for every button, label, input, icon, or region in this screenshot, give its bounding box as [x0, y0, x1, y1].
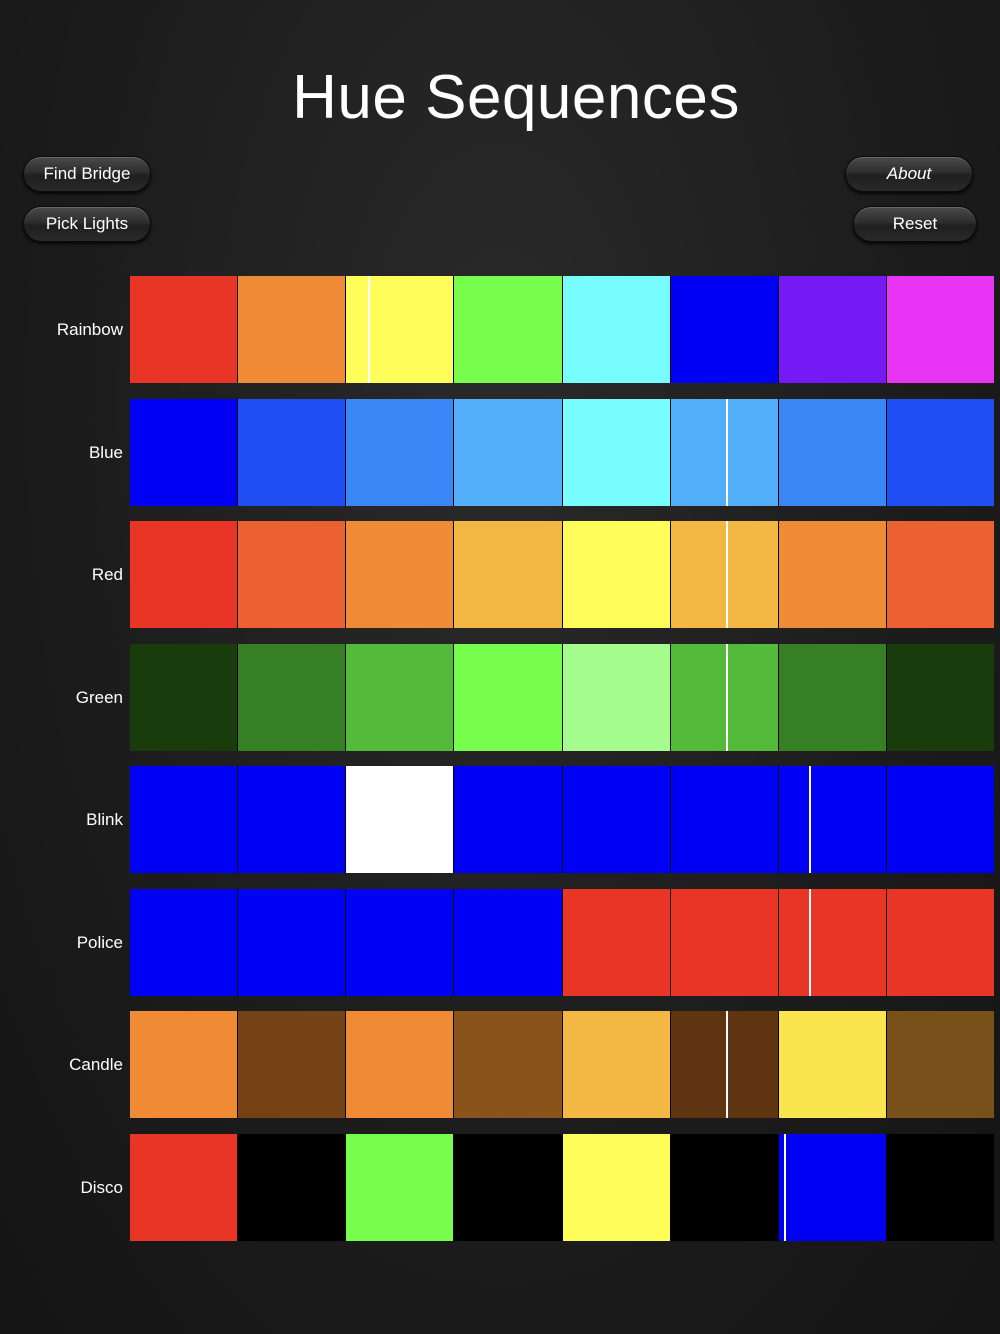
color-swatch[interactable]: [778, 398, 886, 506]
color-swatch-current[interactable]: [670, 521, 778, 628]
color-strip[interactable]: [130, 1133, 994, 1241]
color-strip[interactable]: [130, 276, 994, 383]
color-swatch[interactable]: [454, 398, 562, 506]
color-swatch[interactable]: [886, 398, 994, 506]
color-swatch[interactable]: [670, 1133, 778, 1241]
color-swatch-current[interactable]: [670, 1011, 778, 1118]
color-strip[interactable]: [130, 1011, 994, 1118]
sequence-label: Candle: [69, 1055, 123, 1074]
color-swatch[interactable]: [346, 888, 454, 996]
color-swatch-current[interactable]: [778, 766, 886, 873]
color-swatch[interactable]: [562, 766, 670, 873]
color-swatch[interactable]: [238, 521, 346, 628]
color-swatch[interactable]: [346, 398, 454, 506]
color-swatch[interactable]: [238, 643, 346, 751]
color-swatch-current[interactable]: [778, 888, 886, 996]
color-strip[interactable]: [130, 398, 994, 506]
color-swatch[interactable]: [454, 766, 562, 873]
sequence-label: Rainbow: [56, 320, 123, 339]
sequence-row-red[interactable]: Red: [0, 521, 1000, 628]
color-swatch[interactable]: [346, 1011, 454, 1118]
color-swatch-current[interactable]: [670, 398, 778, 506]
color-swatch-current[interactable]: [778, 1133, 886, 1241]
color-swatch[interactable]: [346, 521, 454, 628]
color-swatch[interactable]: [886, 766, 994, 873]
color-swatch[interactable]: [130, 398, 238, 506]
sequence-row-disco[interactable]: Disco: [0, 1133, 1000, 1241]
color-swatch[interactable]: [778, 643, 886, 751]
find-bridge-button[interactable]: Find Bridge: [23, 156, 151, 192]
color-swatch[interactable]: [670, 766, 778, 873]
color-swatch[interactable]: [130, 521, 238, 628]
color-swatch[interactable]: [886, 1133, 994, 1241]
color-swatch[interactable]: [670, 276, 778, 383]
color-strip[interactable]: [130, 766, 994, 873]
sequence-row-candle[interactable]: Candle: [0, 1011, 1000, 1118]
color-swatch[interactable]: [130, 1011, 238, 1118]
sequence-row-blue[interactable]: Blue: [0, 398, 1000, 506]
color-swatch[interactable]: [130, 766, 238, 873]
color-swatch[interactable]: [130, 276, 238, 383]
sequence-label: Police: [76, 932, 123, 952]
color-swatch[interactable]: [886, 521, 994, 628]
color-swatch[interactable]: [238, 766, 346, 873]
sequence-row-rainbow[interactable]: Rainbow: [0, 276, 1000, 383]
color-swatch[interactable]: [346, 1133, 454, 1241]
pick-lights-button[interactable]: Pick Lights: [23, 206, 151, 242]
sequence-row-green[interactable]: Green: [0, 643, 1000, 751]
reset-button[interactable]: Reset: [853, 206, 977, 242]
sequence-label: Blink: [86, 810, 123, 829]
sequence-row-blink[interactable]: Blink: [0, 766, 1000, 873]
page-title: Hue Sequences: [292, 63, 740, 132]
color-swatch[interactable]: [238, 398, 346, 506]
color-swatch[interactable]: [130, 888, 238, 996]
color-swatch[interactable]: [238, 1011, 346, 1118]
color-swatch[interactable]: [454, 521, 562, 628]
color-swatch[interactable]: [778, 521, 886, 628]
color-swatch[interactable]: [562, 276, 670, 383]
color-swatch[interactable]: [454, 888, 562, 996]
color-swatch[interactable]: [886, 643, 994, 751]
color-swatch[interactable]: [454, 1011, 562, 1118]
color-swatch[interactable]: [130, 1133, 238, 1241]
color-swatch[interactable]: [454, 643, 562, 751]
color-swatch[interactable]: [562, 1011, 670, 1118]
color-strip[interactable]: [130, 888, 994, 996]
sequence-label: Red: [91, 565, 123, 584]
color-swatch-current[interactable]: [346, 276, 454, 383]
color-swatch[interactable]: [886, 888, 994, 996]
color-swatch[interactable]: [238, 888, 346, 996]
color-swatch[interactable]: [562, 521, 670, 628]
color-swatch[interactable]: [778, 1011, 886, 1118]
color-swatch-current[interactable]: [670, 643, 778, 751]
sequence-label: Blue: [88, 442, 123, 462]
color-swatch[interactable]: [562, 1133, 670, 1241]
color-swatch[interactable]: [562, 888, 670, 996]
color-swatch[interactable]: [886, 1011, 994, 1118]
sequence-label: Green: [75, 687, 123, 707]
color-swatch[interactable]: [454, 1133, 562, 1241]
about-button[interactable]: About: [845, 156, 973, 192]
color-swatch[interactable]: [778, 276, 886, 383]
color-swatch[interactable]: [238, 1133, 346, 1241]
color-swatch[interactable]: [238, 276, 346, 383]
color-swatch[interactable]: [886, 276, 994, 383]
sequence-label: Disco: [80, 1177, 123, 1197]
color-swatch[interactable]: [454, 276, 562, 383]
color-swatch[interactable]: [562, 398, 670, 506]
color-swatch[interactable]: [670, 888, 778, 996]
color-swatch[interactable]: [562, 643, 670, 751]
sequence-row-police[interactable]: Police: [0, 888, 1000, 996]
color-swatch[interactable]: [130, 643, 238, 751]
color-swatch[interactable]: [346, 766, 454, 873]
color-strip[interactable]: [130, 643, 994, 751]
color-swatch[interactable]: [346, 643, 454, 751]
color-strip[interactable]: [130, 521, 994, 628]
